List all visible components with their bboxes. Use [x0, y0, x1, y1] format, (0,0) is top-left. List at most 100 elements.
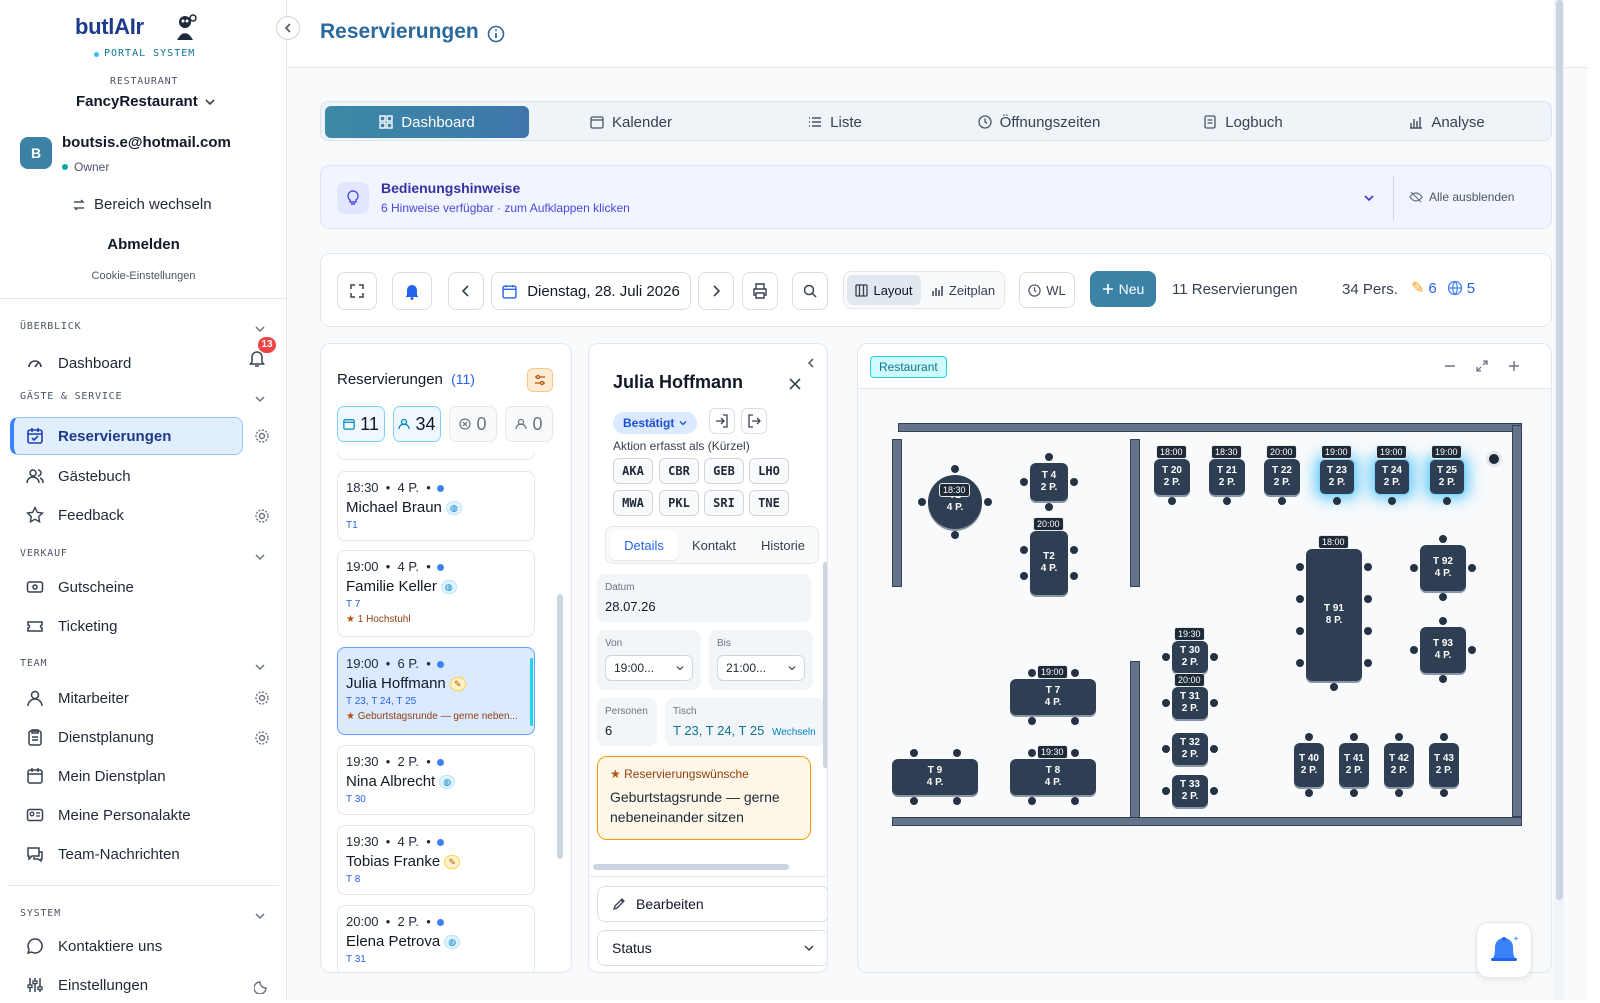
floor-table[interactable]: T 74 P.: [1010, 679, 1096, 715]
sidebar-item-my-schedule[interactable]: Mein Dienstplan: [10, 758, 243, 794]
from-select[interactable]: 19:00...: [605, 655, 693, 681]
sidebar-item-feedback[interactable]: Feedback: [10, 497, 243, 533]
sidebar-item-ticketing[interactable]: Ticketing: [10, 608, 243, 644]
close-icon[interactable]: [789, 378, 801, 390]
code-chip[interactable]: PKL: [659, 490, 699, 516]
floor-table[interactable]: T 40 2 P.: [1294, 743, 1324, 787]
floor-table[interactable]: T 33 2 P.: [1172, 775, 1208, 807]
check-in-button[interactable]: [709, 408, 735, 434]
subtab-details[interactable]: Details: [610, 530, 678, 560]
floor-table[interactable]: T 94 P.: [892, 759, 978, 795]
subtab-history[interactable]: Historie: [749, 530, 817, 560]
tab-list[interactable]: Liste: [733, 106, 937, 138]
date-picker[interactable]: Dienstag, 28. Juli 2026: [491, 272, 691, 310]
sidebar-collapse-button[interactable]: [276, 16, 300, 40]
floor-table[interactable]: T 30 2 P.: [1172, 641, 1208, 673]
code-chip[interactable]: LHO: [749, 458, 789, 484]
filter-button[interactable]: [527, 368, 553, 392]
code-chip[interactable]: GEB: [704, 458, 744, 484]
expand-icon[interactable]: [1476, 360, 1488, 372]
waitlist-button[interactable]: WL: [1019, 272, 1075, 308]
avatar[interactable]: B: [20, 137, 52, 169]
subtab-contact[interactable]: Kontakt: [680, 530, 748, 560]
tab-logbook[interactable]: Logbuch: [1141, 106, 1345, 138]
list-item[interactable]: 19:30 • 4 P. • Tobias Franke ✎ T 8: [337, 825, 535, 895]
tab-dashboard[interactable]: Dashboard: [325, 106, 529, 138]
sidebar-item-staff[interactable]: Mitarbeiter: [10, 680, 243, 716]
list-scrollbar[interactable]: [557, 594, 563, 859]
floor-table[interactable]: T 93 4 P.: [1420, 627, 1466, 673]
to-select[interactable]: 21:00...: [717, 655, 805, 681]
layout-view-button[interactable]: Layout: [847, 275, 921, 305]
stat-reservations[interactable]: 11: [337, 406, 385, 442]
chevron-down-icon[interactable]: [1363, 192, 1375, 204]
sidebar-item-guestbook[interactable]: Gästebuch: [10, 458, 243, 494]
floor-table[interactable]: T2 4 P.: [1030, 531, 1068, 595]
status-badge[interactable]: Bestätigt: [613, 412, 698, 434]
sidebar-item-team-messages[interactable]: Team-Nachrichten: [10, 836, 243, 872]
floor-table[interactable]: T 25 2 P.: [1429, 459, 1465, 495]
floor-table[interactable]: T 20 2 P.: [1154, 459, 1190, 495]
schedule-view-button[interactable]: Zeitplan: [924, 275, 1002, 305]
cookie-settings-link[interactable]: Cookie-Einstellungen: [0, 270, 287, 282]
detail-scrollbar[interactable]: [823, 562, 827, 768]
floor-table[interactable]: T 42 2 P.: [1384, 743, 1414, 787]
chevron-left-icon[interactable]: [807, 358, 815, 368]
chevron-down-icon[interactable]: [254, 393, 266, 405]
code-chip[interactable]: AKA: [613, 458, 653, 484]
floor-table[interactable]: T 41 2 P.: [1339, 743, 1369, 787]
moon-icon[interactable]: [254, 978, 270, 994]
logout-button[interactable]: Abmelden: [0, 236, 287, 253]
detail-hscrollbar[interactable]: [593, 864, 789, 870]
tab-calendar[interactable]: Kalender: [529, 106, 733, 138]
floor-table[interactable]: T 32 2 P.: [1172, 733, 1208, 765]
switch-area-button[interactable]: Bereich wechseln: [72, 196, 212, 213]
sidebar-item-settings[interactable]: Einstellungen: [10, 967, 243, 1003]
floor-table[interactable]: T 42 P.: [1030, 463, 1068, 501]
code-chip[interactable]: TNE: [749, 490, 789, 516]
hints-panel[interactable]: Bedienungshinweise 6 Hinweise verfügbar …: [320, 165, 1552, 229]
tab-opening-hours[interactable]: Öffnungszeiten: [937, 106, 1141, 138]
sidebar-item-contact[interactable]: Kontaktiere uns: [10, 928, 243, 964]
gear-icon[interactable]: [254, 730, 270, 746]
page-scrollbar[interactable]: [1556, 0, 1563, 900]
fullscreen-button[interactable]: [337, 272, 377, 310]
floor-table[interactable]: T 24 2 P.: [1374, 459, 1410, 495]
stat-persons[interactable]: 34: [393, 406, 441, 442]
zoom-out-icon[interactable]: [1444, 360, 1456, 372]
search-button[interactable]: [792, 272, 828, 310]
floor-table[interactable]: T 91 8 P.: [1306, 549, 1362, 681]
info-icon[interactable]: [487, 25, 505, 43]
print-button[interactable]: [742, 272, 778, 310]
restaurant-selector[interactable]: FancyRestaurant: [76, 93, 216, 110]
list-item[interactable]: 20:00 • 2 P. • Elena Petrova ◍ T 31: [337, 905, 535, 972]
stat-no-show[interactable]: 0: [505, 406, 553, 442]
code-chip[interactable]: SRI: [704, 490, 744, 516]
chevron-down-icon[interactable]: [254, 323, 266, 335]
gear-icon[interactable]: [254, 508, 270, 524]
list-item[interactable]: 19:30 • 2 P. • Nina Albrecht ◍ T 30: [337, 745, 535, 815]
sidebar-item-personnel-file[interactable]: Meine Personalakte: [10, 797, 243, 833]
tab-analysis[interactable]: Analyse: [1345, 106, 1549, 138]
status-select[interactable]: Status: [597, 930, 827, 966]
zoom-in-icon[interactable]: [1508, 360, 1520, 372]
sidebar-item-shift-planning[interactable]: Dienstplanung: [10, 719, 243, 755]
check-out-button[interactable]: [741, 408, 767, 434]
edit-button[interactable]: Bearbeiten: [597, 886, 827, 922]
sidebar-item-dashboard[interactable]: Dashboard: [10, 345, 243, 381]
sidebar-item-reservations[interactable]: Reservierungen: [10, 417, 243, 455]
next-day-button[interactable]: [698, 272, 734, 310]
previous-day-button[interactable]: [448, 272, 484, 310]
gear-icon[interactable]: [254, 690, 270, 706]
hide-all-button[interactable]: Alle ausblenden: [1409, 190, 1514, 204]
gear-icon[interactable]: [254, 428, 270, 444]
floor-table[interactable]: T 84 P.: [1010, 759, 1096, 795]
list-item-selected[interactable]: 19:00 • 6 P. • Julia Hoffmann ✎ T 23, T 2…: [337, 647, 535, 735]
chevron-down-icon[interactable]: [254, 551, 266, 563]
notifications-button[interactable]: [392, 272, 432, 310]
floor-table[interactable]: T 92 4 P.: [1420, 545, 1466, 591]
assistant-bell-button[interactable]: [1476, 922, 1532, 978]
area-tab[interactable]: Restaurant: [870, 356, 947, 378]
new-reservation-button[interactable]: Neu: [1090, 271, 1156, 307]
floor-table[interactable]: T 21 2 P.: [1209, 459, 1245, 495]
